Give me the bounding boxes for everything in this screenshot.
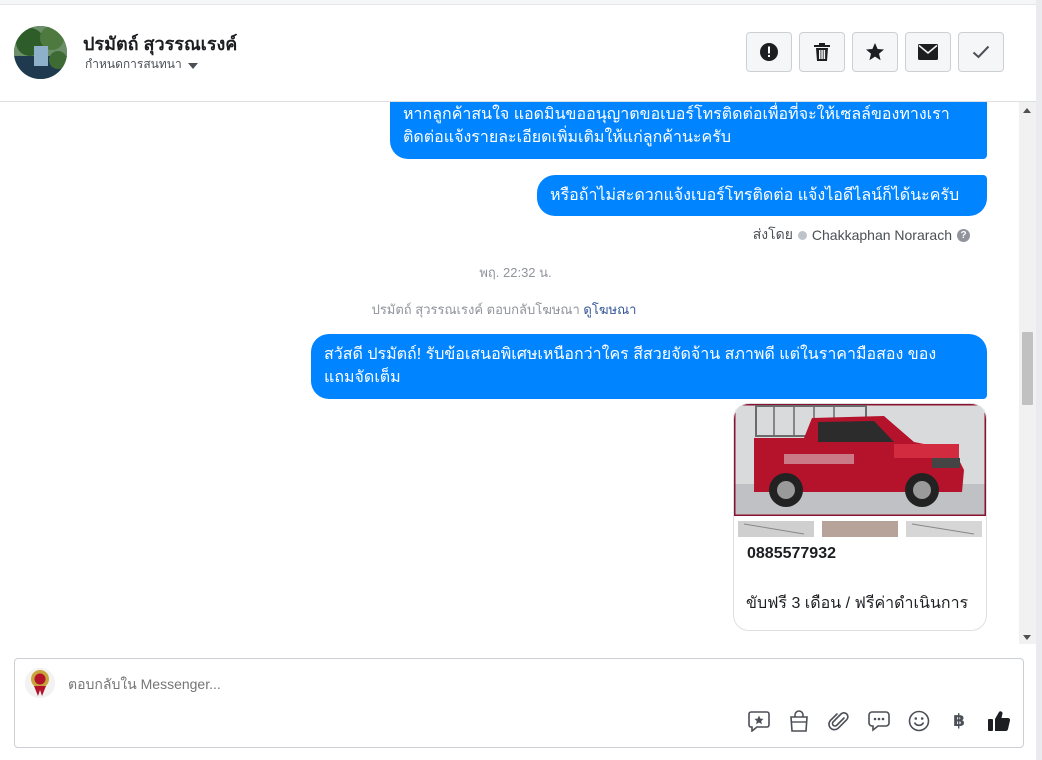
- delete-button[interactable]: [799, 32, 845, 72]
- baht-icon: ฿: [953, 711, 965, 730]
- star-button[interactable]: [852, 32, 898, 72]
- message-thread[interactable]: หากลูกค้าสนใจ แอดมินขออนุญาตขอเบอร์โทรติ…: [0, 102, 1019, 644]
- trash-icon: [814, 43, 830, 61]
- sender-name: Chakkaphan Norarach: [811, 227, 952, 243]
- emoji-icon: [908, 710, 930, 732]
- alert-icon: [760, 43, 778, 61]
- envelope-icon: [918, 44, 938, 60]
- message-timestamp: พฤ. 22:32 น.: [479, 265, 552, 280]
- chat-bubble-icon: [868, 711, 890, 732]
- messenger-inbox-pane: ปรมัตถ์ สุวรรณเรงค์ กำหนดการสนทนา หากลูก…: [0, 0, 1042, 760]
- window-edge: [1036, 0, 1042, 760]
- sent-by-label: ส่งโดย: [752, 226, 793, 242]
- contact-name[interactable]: ปรมัตถ์ สุวรรณเรงค์: [83, 29, 237, 58]
- header-actions: [746, 32, 1004, 72]
- shop-bag-icon: [790, 710, 808, 732]
- caret-down-icon: [187, 62, 198, 69]
- conversation-header: ปรมัตถ์ สุวรรณเรงค์ กำหนดการสนทนา: [0, 5, 1036, 102]
- conversation-settings-label: กำหนดการสนทนา: [85, 57, 182, 71]
- saved-reply-button[interactable]: [747, 709, 771, 733]
- view-ad-link[interactable]: ดูโฆษณา: [583, 302, 636, 317]
- message-bubble[interactable]: สวัสดี ปรมัตถ์! รับข้อเสนอพิเศษเหนือกว่า…: [311, 334, 987, 399]
- message-text-line: แถมจัดเต็ม: [324, 369, 401, 386]
- message-bubble[interactable]: หากลูกค้าสนใจ แอดมินขออนุญาตขอเบอร์โทรติ…: [390, 102, 987, 159]
- ad-reply-text: ปรมัตถ์ สุวรรณเรงค์ ตอบกลับโฆษณา: [371, 302, 580, 317]
- thread-scrollbar[interactable]: [1019, 102, 1036, 644]
- page-avatar: [25, 668, 55, 698]
- message-text: หรือถ้าไม่สะดวกแจ้งเบอร์โทรติดต่อ แจ้งไอ…: [550, 187, 960, 204]
- ad-card[interactable]: 0885577932 ขับฟรี 3 เดือน / ฟรีค่าดำเนิน…: [733, 403, 987, 631]
- payment-button[interactable]: ฿: [947, 709, 971, 733]
- message-text-line: ติดต่อแจ้งรายละเอียดเพิ่มเติมให้แก่ลูกค้…: [403, 129, 731, 146]
- ad-card-title: 0885577932: [747, 545, 836, 562]
- ad-car-image: [734, 404, 986, 537]
- ad-reply-note: ปรมัตถ์ สุวรรณเรงค์ ตอบกลับโฆษณา ดูโฆษณา: [0, 299, 1008, 320]
- mark-unread-button[interactable]: [905, 32, 951, 72]
- admin-badge-icon: [797, 230, 807, 240]
- scroll-up-arrow-icon[interactable]: [1023, 108, 1031, 113]
- message-text-line: สวัสดี ปรมัตถ์! รับข้อเสนอพิเศษเหนือกว่า…: [324, 346, 937, 363]
- ad-card-description: ขับฟรี 3 เดือน / ฟรีค่าดำเนินการ: [746, 595, 969, 612]
- reply-input[interactable]: [68, 676, 668, 692]
- scroll-thumb[interactable]: [1022, 332, 1033, 405]
- thumbs-up-icon: [988, 711, 1011, 732]
- star-icon: [866, 43, 884, 61]
- saved-reply-icon: [748, 711, 770, 732]
- sent-by-info: ส่งโดย Chakkaphan Norarach ?: [753, 224, 970, 246]
- scroll-down-arrow-icon[interactable]: [1023, 635, 1031, 640]
- mark-spam-button[interactable]: [746, 32, 792, 72]
- like-button[interactable]: [987, 709, 1011, 733]
- help-icon[interactable]: ?: [957, 228, 970, 242]
- message-bubble[interactable]: หรือถ้าไม่สะดวกแจ้งเบอร์โทรติดต่อ แจ้งไอ…: [537, 175, 987, 216]
- composer-toolbar: ฿: [747, 709, 1011, 733]
- paperclip-icon: [828, 712, 849, 731]
- attach-file-button[interactable]: [827, 709, 851, 733]
- check-icon: [972, 45, 990, 59]
- conversation-settings-dropdown[interactable]: กำหนดการสนทนา: [85, 55, 198, 74]
- contact-avatar[interactable]: [14, 26, 67, 79]
- shop-button[interactable]: [787, 709, 811, 733]
- message-text-line: หากลูกค้าสนใจ แอดมินขออนุญาตขอเบอร์โทรติ…: [403, 106, 950, 123]
- canned-message-button[interactable]: [867, 709, 891, 733]
- emoji-button[interactable]: [907, 709, 931, 733]
- mark-done-button[interactable]: [958, 32, 1004, 72]
- reply-composer: ฿: [14, 658, 1024, 748]
